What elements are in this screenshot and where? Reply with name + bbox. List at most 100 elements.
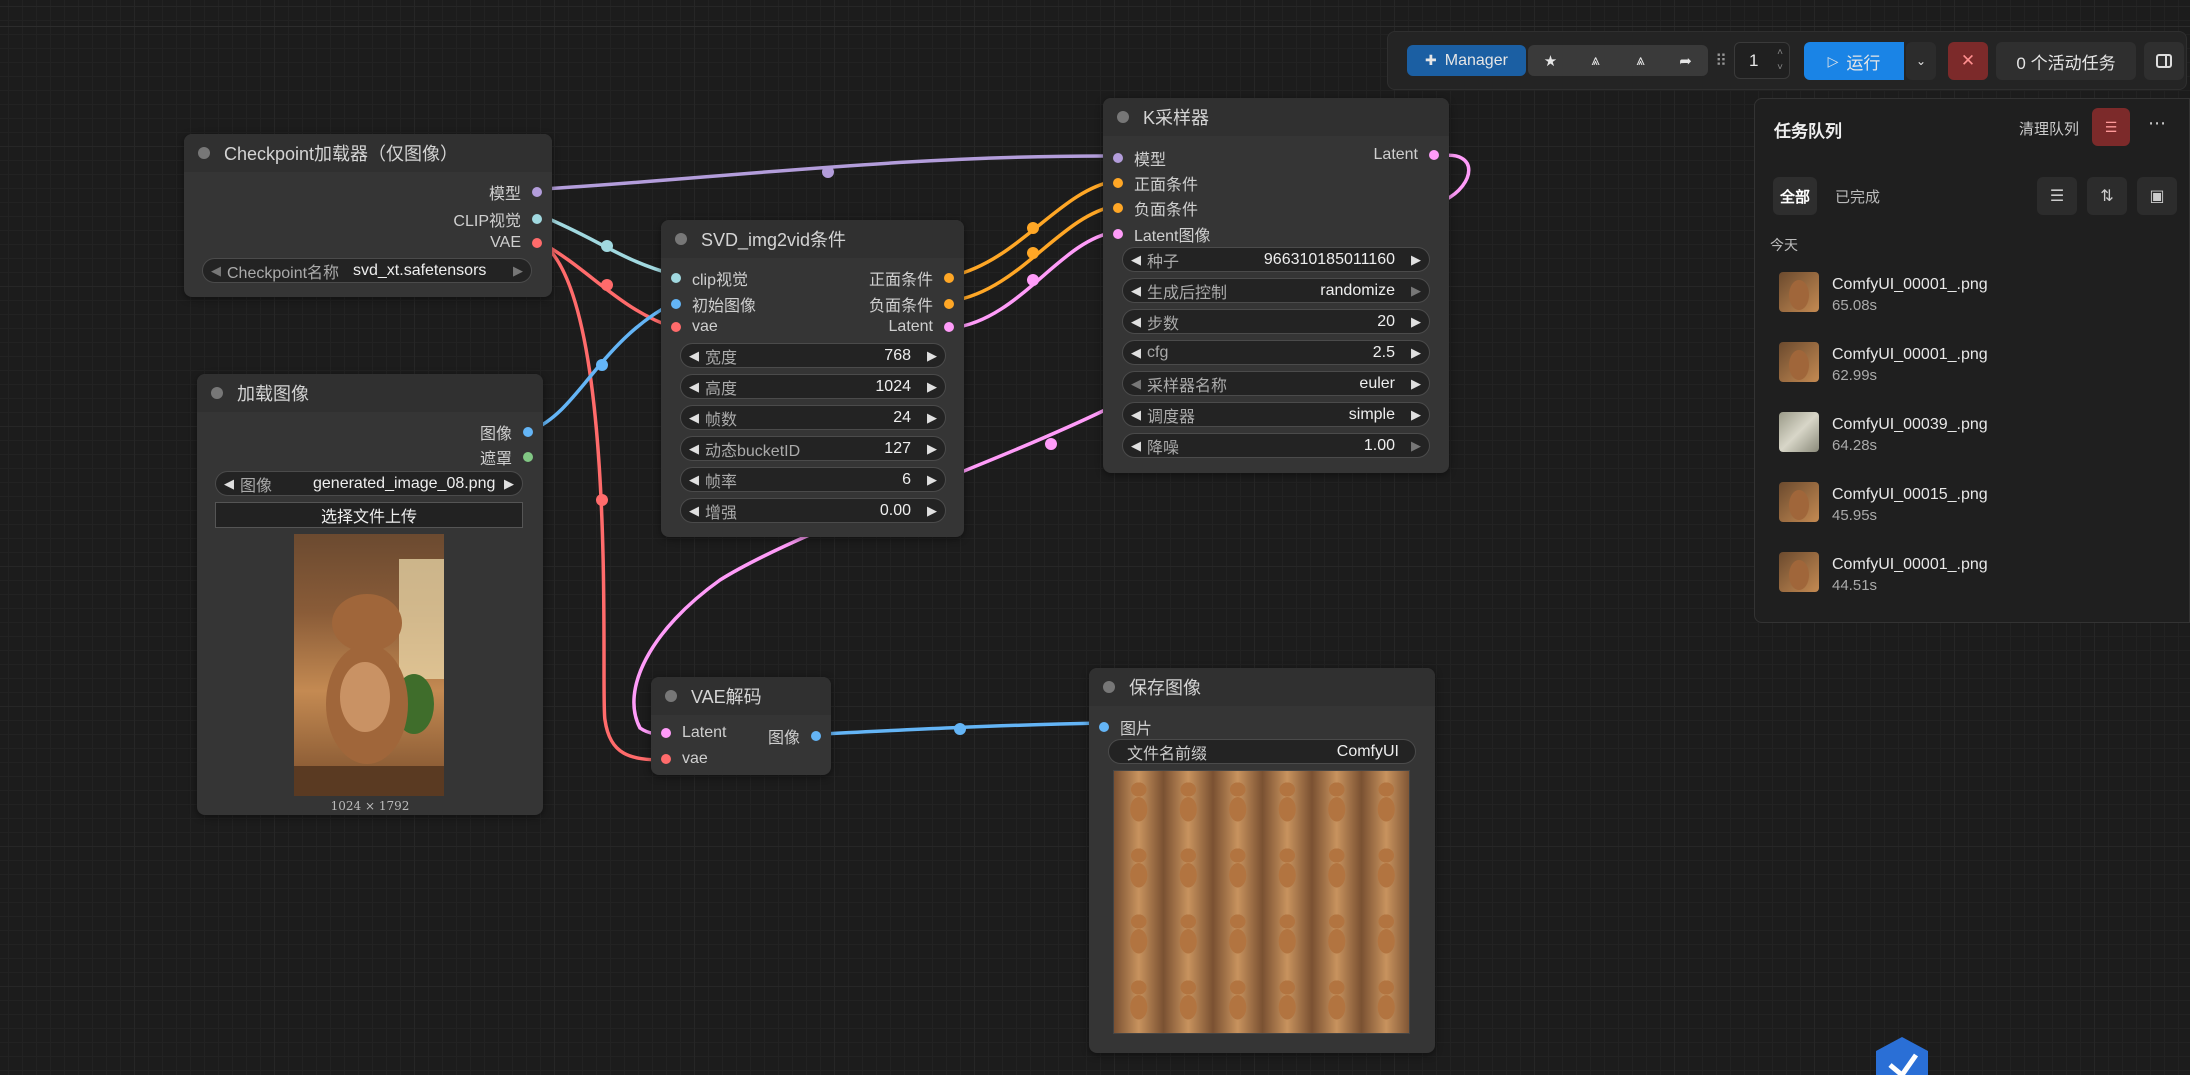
increment-arrow-icon[interactable]: ▶	[1411, 252, 1421, 268]
decrement-arrow-icon[interactable]: ◀	[1131, 283, 1141, 299]
tab-all[interactable]: 全部	[1773, 177, 1817, 215]
tab-completed[interactable]: 已完成	[1835, 186, 1880, 207]
seed-widget[interactable]: ◀ 种子 966310185011160 ▶	[1122, 247, 1430, 272]
control-after-generate-widget[interactable]: ◀ 生成后控制 randomize ▶	[1122, 278, 1430, 303]
share-icon[interactable]: ➦	[1663, 52, 1708, 70]
increment-arrow-icon[interactable]: ▶	[927, 410, 937, 426]
output-model[interactable]: 模型	[489, 180, 542, 204]
collapse-dot[interactable]	[198, 147, 210, 159]
slot-dot[interactable]	[944, 322, 954, 332]
slot-dot[interactable]	[1099, 722, 1109, 732]
toggle-sidebar-button[interactable]	[2144, 42, 2184, 80]
output-latent[interactable]: Latent	[889, 318, 954, 336]
decrement-arrow-icon[interactable]: ◀	[1131, 252, 1141, 268]
cancel-button[interactable]: ✕	[1948, 42, 1988, 80]
more-options-icon[interactable]: ⋯	[2148, 113, 2166, 134]
slot-dot[interactable]	[532, 238, 542, 248]
sampler-name-widget[interactable]: ◀ 采样器名称 euler ▶	[1122, 371, 1430, 396]
filename-prefix-widget[interactable]: 文件名前缀 ComfyUI	[1108, 739, 1416, 764]
motion-bucket-widget[interactable]: ◀ 动态bucketID 127 ▶	[680, 436, 946, 461]
checkpoint-name-widget[interactable]: ◀ Checkpoint名称 svd_xt.safetensors ▶	[202, 258, 532, 283]
queue-item[interactable]: ComfyUI_00001_.png 62.99s	[1779, 334, 2169, 390]
run-button[interactable]: ▷ 运行	[1804, 42, 1904, 80]
slot-dot[interactable]	[532, 187, 542, 197]
increment-arrow-icon[interactable]: ▶	[1411, 407, 1421, 423]
slot-dot[interactable]	[1113, 203, 1123, 213]
input-vae[interactable]: vae	[661, 750, 708, 768]
decrement-arrow-icon[interactable]: ◀	[211, 263, 221, 279]
queue-item[interactable]: ComfyUI_00015_.png 45.95s	[1779, 474, 2169, 530]
node-title[interactable]: 保存图像	[1089, 668, 1435, 706]
decrement-arrow-icon[interactable]: ◀	[1131, 314, 1141, 330]
sort-button[interactable]: ⇅	[2087, 177, 2127, 215]
node-title[interactable]: 加载图像	[197, 374, 543, 412]
input-negative[interactable]: 负面条件	[1113, 196, 1198, 220]
slot-dot[interactable]	[671, 322, 681, 332]
vae-decode-node[interactable]: VAE解码 Latent vae 图像	[651, 677, 831, 775]
queue-item[interactable]: ComfyUI_00001_.png 44.51s	[1779, 544, 2169, 600]
increment-arrow-icon[interactable]: ▶	[1411, 283, 1421, 299]
fps-widget[interactable]: ◀ 帧率 6 ▶	[680, 467, 946, 492]
decrement-arrow-icon[interactable]: ◀	[689, 348, 699, 364]
node-title[interactable]: VAE解码	[651, 677, 831, 715]
steps-widget[interactable]: ◀ 步数 20 ▶	[1122, 309, 1430, 334]
active-tasks-button[interactable]: 0 个活动任务	[1996, 42, 2136, 80]
collapse-dot[interactable]	[211, 387, 223, 399]
increment-arrow-icon[interactable]: ▶	[927, 472, 937, 488]
queue-item[interactable]: ComfyUI_00001_.png 65.08s	[1779, 264, 2169, 320]
output-clip-vision[interactable]: CLIP视觉	[453, 207, 542, 231]
collapse-dot[interactable]	[1117, 111, 1129, 123]
output-mask[interactable]: 遮罩	[480, 445, 533, 469]
denoise-widget[interactable]: ◀ 降噪 1.00 ▶	[1122, 433, 1430, 458]
cfg-widget[interactable]: ◀ cfg 2.5 ▶	[1122, 340, 1430, 365]
input-latent[interactable]: Latent	[661, 724, 726, 742]
decrement-arrow-icon[interactable]: ◀	[689, 503, 699, 519]
slot-dot[interactable]	[944, 273, 954, 283]
collapse-dot[interactable]	[675, 233, 687, 245]
scheduler-widget[interactable]: ◀ 调度器 simple ▶	[1122, 402, 1430, 427]
node-title[interactable]: Checkpoint加载器（仅图像）	[184, 134, 552, 172]
increment-arrow-icon[interactable]: ▶	[1411, 438, 1421, 454]
slot-dot[interactable]	[1113, 229, 1123, 239]
input-vae[interactable]: vae	[671, 318, 718, 336]
decrement-arrow-icon[interactable]: ◀	[1131, 376, 1141, 392]
input-positive[interactable]: 正面条件	[1113, 171, 1198, 195]
filter-button[interactable]: ☰	[2037, 177, 2077, 215]
svd-img2vid-node[interactable]: SVD_img2vid条件 clip视觉 初始图像 vae 正面条件 负面条件 …	[661, 220, 964, 537]
increment-arrow-icon[interactable]: ▶	[927, 348, 937, 364]
drag-handle-icon[interactable]: ⠿	[1712, 45, 1730, 76]
node-title[interactable]: SVD_img2vid条件	[661, 220, 964, 258]
output-image[interactable]: 图像	[480, 420, 533, 444]
decrement-arrow-icon[interactable]: ◀	[1131, 407, 1141, 423]
slot-dot[interactable]	[1113, 178, 1123, 188]
increment-arrow-icon[interactable]: ▶	[927, 379, 937, 395]
save-image-node[interactable]: 保存图像 图片 文件名前缀 ComfyUI	[1089, 668, 1435, 1053]
slot-dot[interactable]	[523, 452, 533, 462]
increment-arrow-icon[interactable]: ▶	[1411, 345, 1421, 361]
decrement-arrow-icon[interactable]: ◀	[689, 441, 699, 457]
input-model[interactable]: 模型	[1113, 146, 1166, 170]
collapse-dot[interactable]	[665, 690, 677, 702]
increment-arrow-icon[interactable]: ▶	[513, 263, 523, 279]
run-options-dropdown[interactable]: ⌄	[1906, 42, 1936, 80]
app-logo-icon[interactable]	[1872, 1035, 1932, 1075]
output-vae[interactable]: VAE	[490, 234, 542, 252]
slot-dot[interactable]	[671, 299, 681, 309]
increment-arrow-icon[interactable]: ▶	[1411, 314, 1421, 330]
queue-item[interactable]: ComfyUI_00039_.png 64.28s	[1779, 404, 2169, 460]
decrement-arrow-icon[interactable]: ◀	[224, 476, 234, 492]
increment-arrow-icon[interactable]: ▶	[1411, 376, 1421, 392]
slot-dot[interactable]	[944, 299, 954, 309]
ksampler-node[interactable]: K采样器 模型 正面条件 负面条件 Latent图像 Latent ◀ 种子 966…	[1103, 98, 1449, 473]
decrement-arrow-icon[interactable]: ◀	[1131, 438, 1141, 454]
node-title[interactable]: K采样器	[1103, 98, 1449, 136]
height-widget[interactable]: ◀ 高度 1024 ▶	[680, 374, 946, 399]
load-image-node[interactable]: 加载图像 图像 遮罩 ◀ 图像 generated_image_08.png ▶ 选择…	[197, 374, 543, 815]
image-view-button[interactable]: ▣	[2137, 177, 2177, 215]
increment-arrow-icon[interactable]: ▶	[927, 503, 937, 519]
clear-queue-button[interactable]: ☰	[2092, 108, 2130, 146]
slot-dot[interactable]	[671, 273, 681, 283]
width-widget[interactable]: ◀ 宽度 768 ▶	[680, 343, 946, 368]
increment-arrow-icon[interactable]: ▶	[504, 476, 514, 492]
slot-dot[interactable]	[532, 214, 542, 224]
